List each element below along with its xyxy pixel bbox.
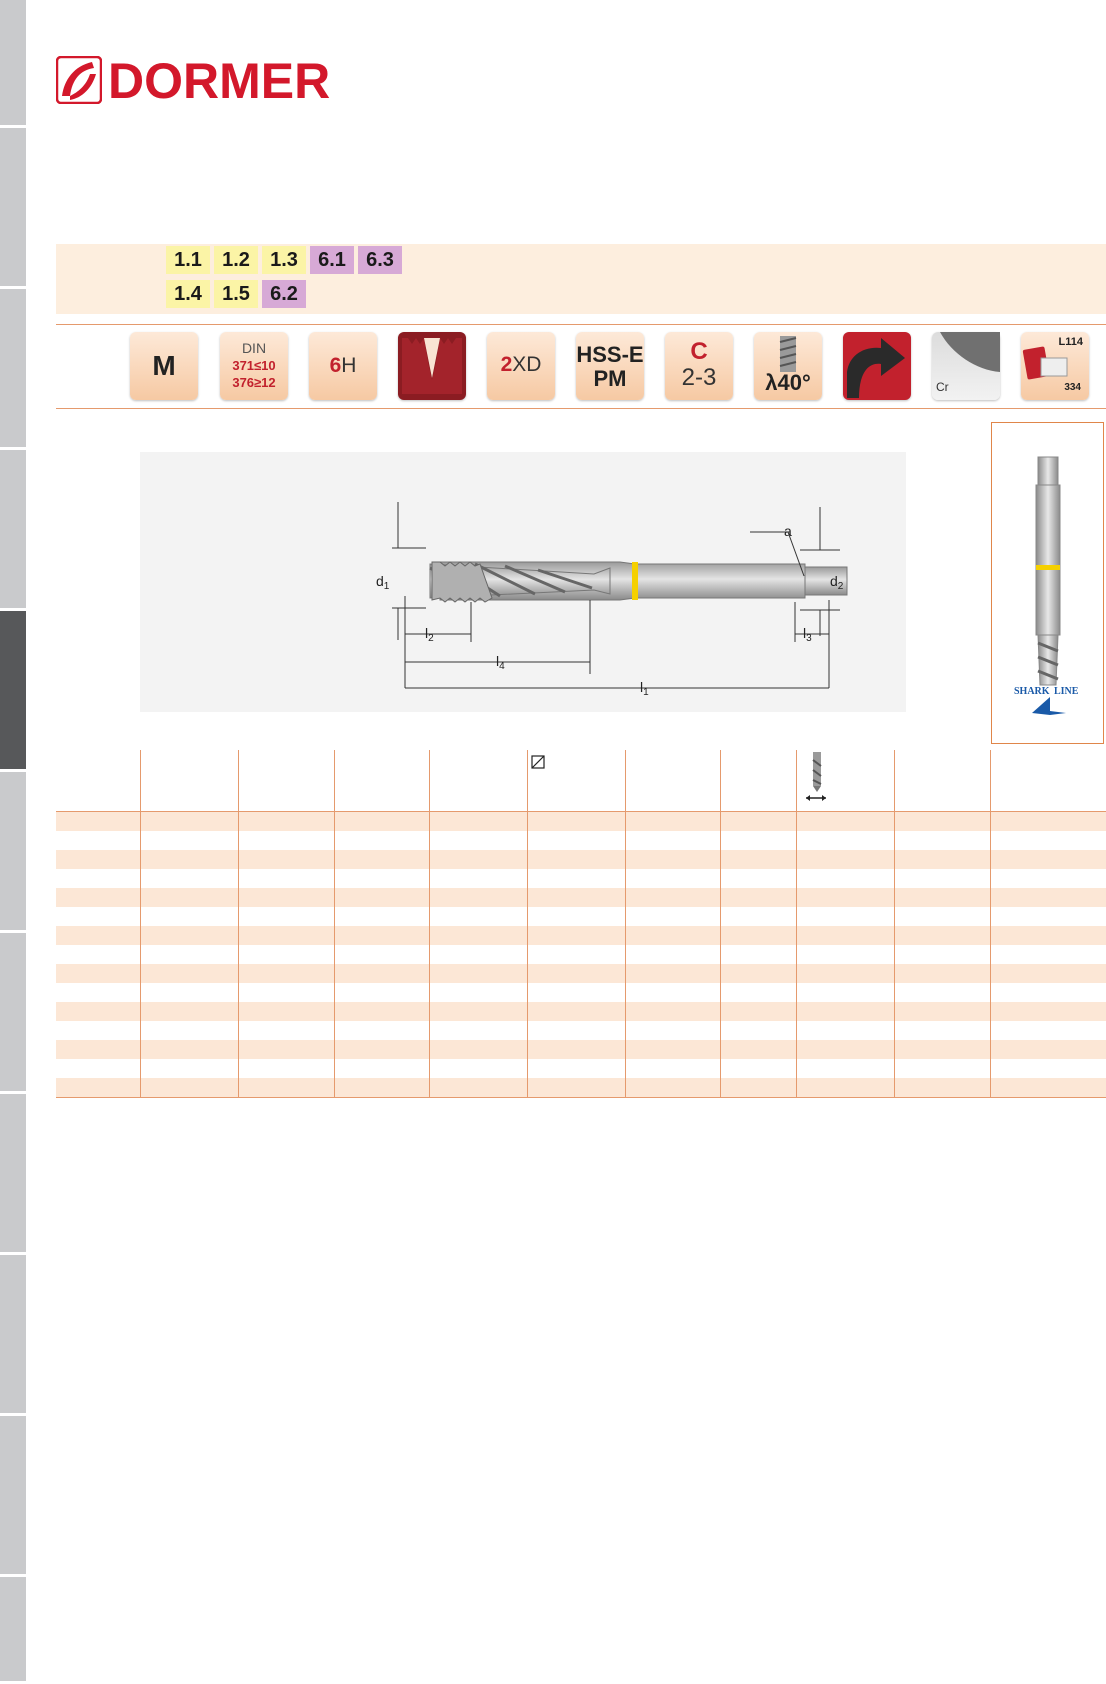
material-chip: 6.3 — [358, 246, 402, 274]
side-tab[interactable] — [0, 128, 26, 289]
coating-label: Cr — [936, 380, 949, 394]
thread-form-icon: M — [130, 332, 198, 400]
product-table — [56, 750, 1106, 1098]
side-tab[interactable] — [0, 933, 26, 1094]
helix-angle-icon: λ40° — [754, 332, 822, 400]
depth-number: 2 — [500, 353, 513, 376]
material-chip: 1.5 — [214, 280, 258, 308]
catalogue-top: L114 — [1058, 336, 1083, 348]
tolerance-letter: H — [341, 354, 357, 377]
table-row — [56, 1040, 1106, 1059]
label-l1: l1 — [640, 679, 649, 698]
label-l2: l2 — [425, 625, 434, 644]
table-row — [56, 1078, 1106, 1098]
helix-angle-value: λ40° — [765, 370, 811, 395]
label-d1: d1 — [376, 573, 390, 592]
table-header-cell — [893, 750, 990, 812]
side-tab[interactable] — [0, 0, 26, 128]
table-row — [56, 850, 1106, 869]
material-chip: 6.1 — [310, 246, 354, 274]
table-row — [56, 926, 1106, 945]
sharkline-right: LINE — [1054, 686, 1079, 697]
table-row — [56, 888, 1106, 907]
shark-fin-icon — [1032, 697, 1066, 715]
side-tab[interactable] — [0, 289, 26, 450]
table-header-cell — [237, 750, 334, 812]
material-chip: 1.4 — [166, 280, 210, 308]
label-a: a — [784, 523, 792, 539]
table-header-cell — [795, 750, 894, 812]
side-tab[interactable] — [0, 1416, 26, 1577]
table-row — [56, 1002, 1106, 1021]
table-header-row — [56, 750, 1106, 812]
side-tab-active[interactable] — [0, 611, 26, 772]
dormer-logo: DORMER — [56, 53, 346, 109]
label-l4: l4 — [496, 653, 505, 672]
side-tab[interactable] — [0, 1094, 26, 1255]
table-row — [56, 869, 1106, 888]
table-body — [56, 811, 1106, 1098]
material-band: 1.1 1.2 1.3 6.1 6.3 1.4 1.5 6.2 — [56, 244, 1106, 314]
table-row — [56, 811, 1106, 831]
table-row — [56, 983, 1106, 1002]
din-standard-icon: DIN 371≤10 376≥12 — [220, 332, 288, 400]
table-row — [56, 1021, 1106, 1040]
table-row — [56, 964, 1106, 983]
colour-ring — [632, 562, 638, 600]
catalogue-icon: L114 334 — [1021, 332, 1089, 400]
material-chip: 1.2 — [214, 246, 258, 274]
table-header-cell — [719, 750, 796, 812]
coating-icon: Cr — [932, 332, 1000, 400]
label-l3: l3 — [803, 625, 812, 644]
material-icon: HSS-E PM — [576, 332, 644, 400]
sharkline-left: SHARK — [1014, 686, 1050, 697]
divider — [56, 324, 1106, 325]
side-tab[interactable] — [0, 1577, 26, 1684]
depth-icon: 2XD — [487, 332, 555, 400]
thread-profile-graphic-icon — [402, 338, 462, 394]
side-tab[interactable] — [0, 772, 26, 933]
drill-icon — [805, 752, 826, 801]
table-header-cell — [428, 750, 527, 812]
dormer-logo-mark-icon — [56, 56, 102, 104]
material-chip: 6.2 — [262, 280, 306, 308]
table-header-cell — [139, 750, 238, 812]
table-header-cell — [624, 750, 720, 812]
table-row — [56, 831, 1106, 850]
material-chip: 1.3 — [262, 246, 306, 274]
table-row — [56, 1059, 1106, 1078]
table-header-cell — [56, 750, 140, 812]
material-chip: 1.1 — [166, 246, 210, 274]
table-header-cell — [333, 750, 429, 812]
divider — [56, 408, 1106, 409]
tolerance-number: 6 — [329, 354, 342, 377]
table-header-cell — [989, 750, 1106, 812]
tap-drawing: d1 d2 l2 l4 l1 l3 a — [140, 452, 906, 712]
logo-text: DORMER — [108, 53, 331, 109]
square-icon — [530, 755, 545, 769]
helix-tap-icon — [779, 336, 797, 372]
table-header-cell — [526, 750, 625, 812]
table-row — [56, 907, 1106, 926]
catalogue-bottom: 334 — [1064, 382, 1081, 393]
tolerance-icon: 6H — [309, 332, 377, 400]
side-tab[interactable] — [0, 450, 26, 611]
table-row — [56, 945, 1106, 964]
side-tab-strip — [0, 0, 26, 1684]
side-tab[interactable] — [0, 1255, 26, 1416]
chamfer-icon: C 2-3 — [665, 332, 733, 400]
tap-dimension-drawing: d1 d2 l2 l4 l1 l3 a — [376, 502, 848, 698]
product-image-frame: SHARK LINE — [991, 422, 1104, 744]
thread-profile-icon — [398, 332, 466, 400]
rotation-arrow-icon — [847, 338, 905, 398]
rotation-icon — [843, 332, 911, 400]
tap-product-image: SHARK LINE — [1014, 456, 1079, 715]
depth-letters: XD — [512, 353, 542, 376]
